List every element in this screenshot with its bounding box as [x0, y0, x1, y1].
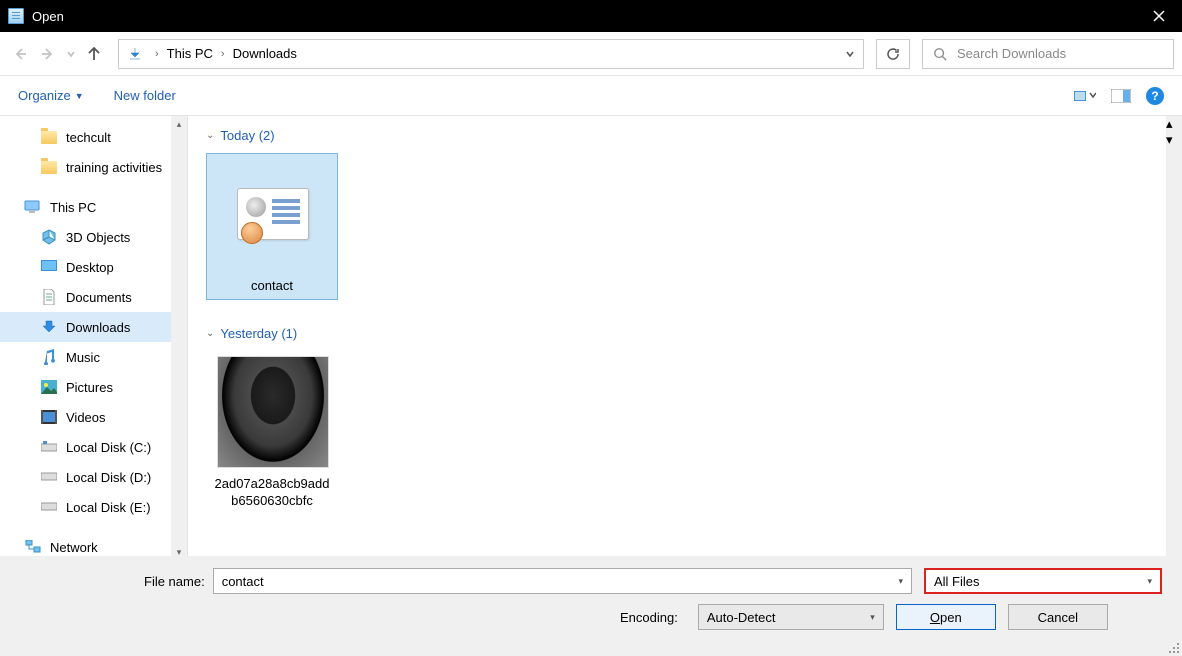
window-title: Open: [32, 9, 1136, 24]
search-icon: [933, 47, 947, 61]
disk-icon: [40, 498, 58, 516]
search-placeholder: Search Downloads: [957, 46, 1066, 61]
close-button[interactable]: [1136, 0, 1182, 32]
file-item-image[interactable]: 2ad07a28a8cb9addb6560630cbfc: [206, 351, 338, 515]
change-view-button[interactable]: [1074, 88, 1096, 104]
new-folder-button[interactable]: New folder: [114, 88, 176, 103]
breadcrumb-separator: ›: [149, 48, 165, 60]
scroll-down-icon[interactable]: ▾: [1166, 132, 1182, 148]
address-bar[interactable]: › This PC › Downloads: [118, 39, 864, 69]
downloads-icon: [40, 318, 58, 336]
tree-item-3d-objects[interactable]: 3D Objects: [0, 222, 171, 252]
preview-pane-icon: [1111, 89, 1131, 103]
image-thumbnail: [211, 356, 335, 468]
notepad-icon: [8, 8, 24, 24]
encoding-label: Encoding:: [620, 610, 678, 625]
folder-icon: [40, 128, 58, 146]
group-header-yesterday[interactable]: ⌄ Yesterday (1): [206, 326, 1164, 341]
command-bar: Organize▼ New folder ?: [0, 76, 1182, 116]
file-type-select[interactable]: All Files ▾: [924, 568, 1162, 594]
tree-item-local-disk-e[interactable]: Local Disk (E:): [0, 492, 171, 522]
preview-pane-button[interactable]: [1110, 88, 1132, 104]
up-button[interactable]: [82, 42, 106, 66]
tree-item-documents[interactable]: Documents: [0, 282, 171, 312]
search-input[interactable]: Search Downloads: [922, 39, 1174, 69]
network-icon: [24, 538, 42, 556]
tree-item-music[interactable]: Music: [0, 342, 171, 372]
documents-icon: [40, 288, 58, 306]
chevron-down-icon: ▾: [898, 576, 903, 587]
vcard-icon: [211, 158, 335, 270]
chevron-down-icon[interactable]: [845, 49, 855, 59]
arrow-right-icon: [40, 46, 56, 62]
back-button[interactable]: [8, 42, 32, 66]
file-list: ⌄ Today (2) contact ⌄ Yesterday (1) 2ad0…: [188, 116, 1182, 560]
tree-item-downloads[interactable]: Downloads: [0, 312, 171, 342]
arrow-up-icon: [86, 46, 102, 62]
cancel-button[interactable]: Cancel: [1008, 604, 1108, 630]
chevron-down-icon: ⌄: [206, 328, 214, 339]
filename-input[interactable]: contact ▾: [213, 568, 912, 594]
downloads-location-icon: [125, 44, 145, 64]
chevron-down-icon: ▾: [1147, 576, 1152, 587]
forward-button[interactable]: [36, 42, 60, 66]
refresh-button[interactable]: [876, 39, 910, 69]
group-header-today[interactable]: ⌄ Today (2): [206, 128, 1164, 143]
content-scrollbar[interactable]: ▴ ▾: [1166, 116, 1182, 560]
desktop-icon: [40, 258, 58, 276]
organize-menu[interactable]: Organize▼: [18, 88, 84, 103]
tree-item-training-activities[interactable]: training activities: [0, 152, 171, 182]
scroll-up-icon[interactable]: ▴: [171, 116, 187, 132]
sidebar-scrollbar[interactable]: ▴ ▾: [171, 116, 187, 560]
disk-icon: [40, 438, 58, 456]
videos-icon: [40, 408, 58, 426]
tree-item-techcult[interactable]: techcult: [0, 122, 171, 152]
tree-item-desktop[interactable]: Desktop: [0, 252, 171, 282]
recent-locations-button[interactable]: [64, 42, 78, 66]
chevron-down-icon: [66, 49, 76, 59]
view-icon: [1074, 89, 1096, 103]
tree-item-local-disk-d[interactable]: Local Disk (D:): [0, 462, 171, 492]
main-area: techcult training activities This PC 3D …: [0, 116, 1182, 560]
close-icon: [1153, 10, 1165, 22]
scroll-up-icon[interactable]: ▴: [1166, 116, 1182, 132]
tree-item-pictures[interactable]: Pictures: [0, 372, 171, 402]
breadcrumb-this-pc[interactable]: This PC: [165, 46, 215, 61]
navigation-tree: techcult training activities This PC 3D …: [0, 116, 188, 560]
pictures-icon: [40, 378, 58, 396]
help-button[interactable]: ?: [1146, 87, 1164, 105]
encoding-select[interactable]: Auto-Detect ▾: [698, 604, 884, 630]
tree-item-this-pc[interactable]: This PC: [0, 192, 171, 222]
navigation-bar: › This PC › Downloads Search Downloads: [0, 32, 1182, 76]
file-item-contact[interactable]: contact: [206, 153, 338, 300]
arrow-left-icon: [12, 46, 28, 62]
bottom-panel: File name: contact ▾ All Files ▾ Encodin…: [0, 556, 1182, 656]
filename-label: File name:: [144, 574, 205, 589]
this-pc-icon: [24, 198, 42, 216]
tree-item-videos[interactable]: Videos: [0, 402, 171, 432]
folder-icon: [40, 158, 58, 176]
resize-grip[interactable]: [1166, 640, 1180, 654]
tree-item-local-disk-c[interactable]: Local Disk (C:): [0, 432, 171, 462]
refresh-icon: [885, 46, 901, 62]
music-icon: [40, 348, 58, 366]
3d-objects-icon: [40, 228, 58, 246]
disk-icon: [40, 468, 58, 486]
chevron-down-icon: ▾: [870, 612, 875, 623]
chevron-down-icon: ⌄: [206, 130, 214, 141]
title-bar: Open: [0, 0, 1182, 32]
open-button[interactable]: Open: [896, 604, 996, 630]
breadcrumb-separator: ›: [215, 48, 231, 60]
breadcrumb-downloads[interactable]: Downloads: [231, 46, 299, 61]
